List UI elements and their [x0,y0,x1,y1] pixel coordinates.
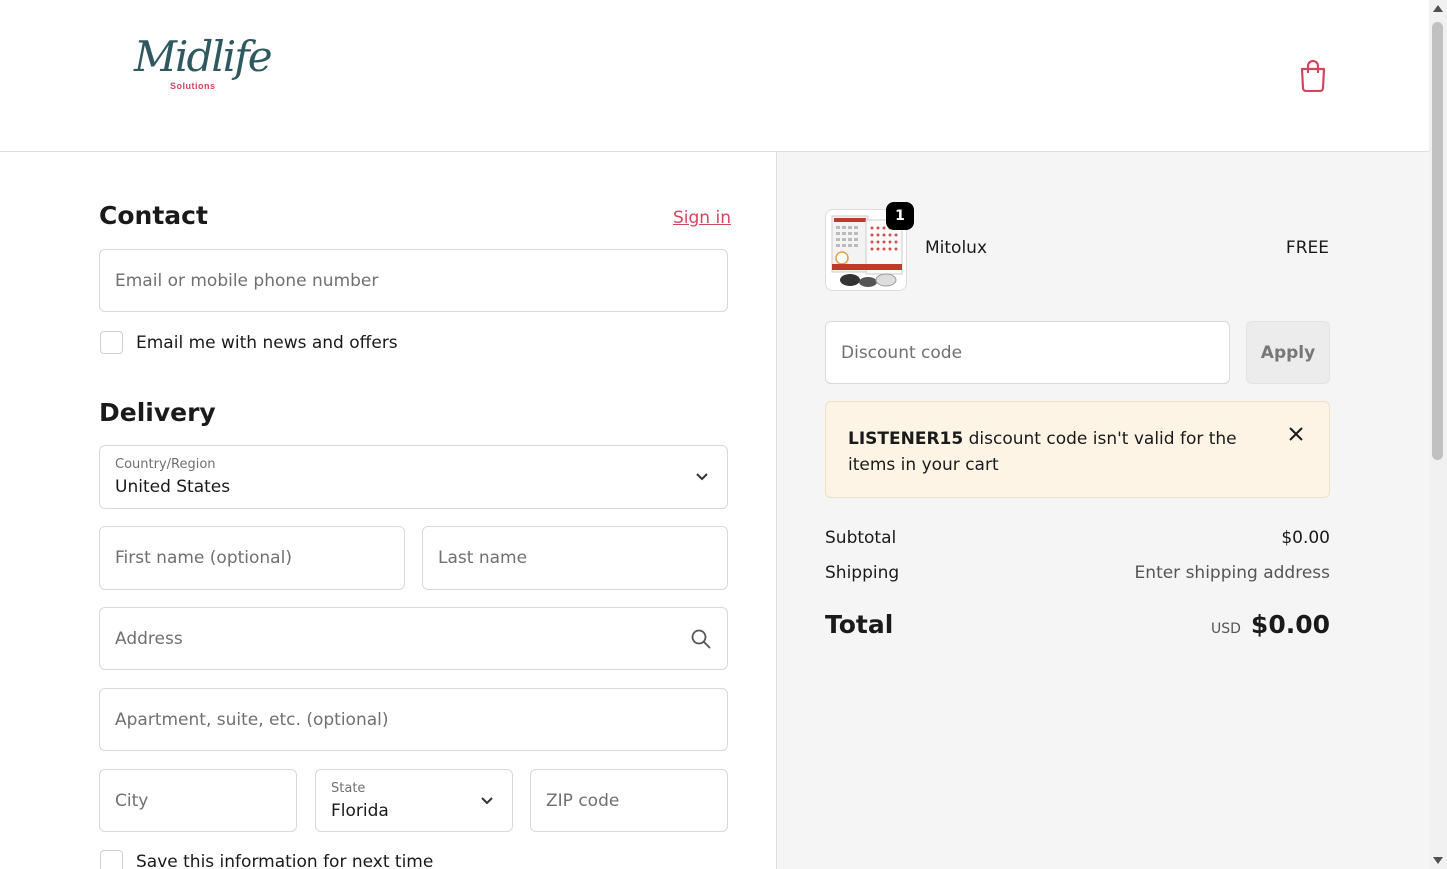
shipping-row: Shipping Enter shipping address [825,563,1330,583]
state-value: Florida [331,801,389,821]
total-amount: $0.00 [1250,610,1330,639]
subtotal-row: Subtotal $0.00 [825,528,1330,548]
alert-code: LISTENER15 [848,429,964,449]
chevron-down-icon [696,473,708,481]
news-offers-checkbox[interactable] [100,331,123,354]
shopping-bag-icon[interactable] [1298,58,1328,92]
scrollbar-thumb[interactable] [1432,22,1443,460]
order-summary: 1 Mitolux FREE Discount code Apply LISTE… [776,152,1429,869]
search-icon[interactable] [691,629,711,649]
apartment-placeholder: Apartment, suite, etc. (optional) [115,709,389,730]
subtotal-label: Subtotal [825,528,897,548]
country-select[interactable]: Country/Region United States [99,445,728,509]
city-field[interactable]: City [99,769,297,832]
product-name: Mitolux [925,238,988,258]
first-name-field[interactable]: First name (optional) [99,526,405,590]
alert-text: LISTENER15 discount code isn't valid for… [848,426,1258,478]
checkout-form: Contact Sign in Email or mobile phone nu… [0,152,776,869]
email-field[interactable]: Email or mobile phone number [99,249,728,312]
logo-sub-text: Solutions [170,81,216,91]
delivery-title: Delivery [99,398,216,427]
contact-title: Contact [99,201,208,230]
save-info-label: Save this information for next time [136,851,434,869]
logo-script-text: Midlife [134,32,273,81]
state-select[interactable]: State Florida [315,769,513,832]
total-value-group: USD $0.00 [1211,610,1330,639]
discount-placeholder: Discount code [841,342,963,363]
shipping-value: Enter shipping address [1134,563,1330,583]
first-name-placeholder: First name (optional) [115,548,292,568]
product-price: FREE [1285,238,1329,258]
save-info-checkbox[interactable] [100,850,123,869]
discount-code-field[interactable]: Discount code [825,321,1230,384]
city-placeholder: City [115,790,149,811]
site-header: Midlife Solutions [0,0,1429,152]
zip-field[interactable]: ZIP code [530,769,728,832]
chevron-down-icon [481,796,493,804]
discount-error-alert: LISTENER15 discount code isn't valid for… [825,401,1330,498]
currency-code: USD [1211,621,1241,637]
news-offers-row: Email me with news and offers [100,331,398,354]
state-label: State [331,781,366,796]
email-placeholder: Email or mobile phone number [115,270,379,291]
scroll-down-arrow-icon[interactable] [1433,857,1443,864]
last-name-field[interactable]: Last name [422,526,728,590]
save-info-row: Save this information for next time [100,850,433,869]
address-placeholder: Address [115,628,183,649]
zip-placeholder: ZIP code [546,790,620,811]
news-offers-label: Email me with news and offers [136,332,398,353]
total-row: Total USD $0.00 [825,610,1330,639]
brand-logo[interactable]: Midlife Solutions [130,32,273,104]
sign-in-link[interactable]: Sign in [673,208,731,228]
last-name-placeholder: Last name [438,548,528,568]
scroll-up-arrow-icon[interactable] [1433,5,1443,12]
country-value: United States [115,477,231,497]
subtotal-value: $0.00 [1281,528,1330,548]
close-icon[interactable] [1288,426,1304,442]
apartment-field[interactable]: Apartment, suite, etc. (optional) [99,688,728,751]
shipping-label: Shipping [825,563,900,583]
address-field[interactable]: Address [99,607,728,670]
total-label: Total [825,610,894,639]
page-scrollbar[interactable] [1429,0,1447,869]
quantity-badge: 1 [886,202,914,230]
apply-button[interactable]: Apply [1246,321,1330,384]
country-label: Country/Region [115,457,216,472]
